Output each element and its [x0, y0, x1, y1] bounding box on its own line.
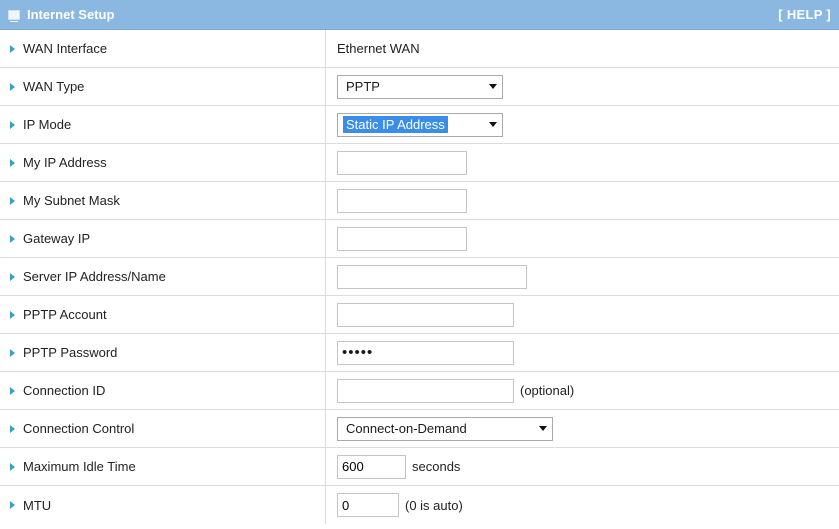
label-cell: IP Mode [0, 106, 326, 143]
max-idle-time-label: Maximum Idle Time [23, 459, 136, 474]
wan-interface-value: Ethernet WAN [337, 41, 420, 56]
value-cell: Ethernet WAN [326, 30, 839, 67]
row-pptp-password: PPTP Password ••••• [0, 334, 839, 372]
row-pptp-account: PPTP Account [0, 296, 839, 334]
value-cell: (0 is auto) [326, 486, 839, 524]
connection-control-select[interactable]: Connect-on-Demand [337, 416, 553, 441]
connection-id-hint: (optional) [520, 383, 575, 398]
label-cell: My Subnet Mask [0, 182, 326, 219]
row-max-idle-time: Maximum Idle Time seconds [0, 448, 839, 486]
server-ip-input[interactable] [337, 264, 527, 289]
label-cell: PPTP Password [0, 334, 326, 371]
row-gateway-ip: Gateway IP [0, 220, 839, 258]
mtu-label: MTU [23, 497, 52, 513]
connection-id-input[interactable] [337, 378, 514, 403]
wan-type-select[interactable]: PPTP [337, 74, 503, 99]
pptp-account-label: PPTP Account [23, 307, 107, 322]
label-cell: Server IP Address/Name [0, 258, 326, 295]
label-cell: Maximum Idle Time [0, 448, 326, 485]
triangle-right-icon [10, 82, 15, 91]
label-cell: My IP Address [0, 144, 326, 181]
value-cell: Connect-on-Demand [326, 410, 839, 447]
triangle-right-icon [10, 234, 15, 243]
label-cell: MTU [0, 486, 326, 524]
row-subnet-mask: My Subnet Mask [0, 182, 839, 220]
gateway-ip-label: Gateway IP [23, 231, 91, 246]
label-cell: Connection Control [0, 410, 326, 447]
triangle-right-icon [10, 158, 15, 167]
label-cell: Gateway IP [0, 220, 326, 257]
triangle-right-icon [10, 348, 15, 357]
subnet-mask-input[interactable] [337, 188, 467, 213]
ip-mode-select[interactable]: Static IP Address [337, 112, 503, 137]
label-cell: Connection ID [0, 372, 326, 409]
value-cell: (optional) [326, 372, 839, 409]
max-idle-time-unit: seconds [412, 459, 461, 474]
value-cell: PPTP [326, 68, 839, 105]
header-title-wrap: Internet Setup [0, 7, 114, 22]
mtu-input[interactable] [337, 493, 399, 517]
my-ip-label: My IP Address [23, 155, 107, 170]
my-ip-input[interactable] [337, 150, 467, 175]
connection-control-selected: Connect-on-Demand [346, 421, 467, 436]
row-my-ip: My IP Address [0, 144, 839, 182]
page-title: Internet Setup [27, 7, 115, 22]
internet-setup-panel: Internet Setup [ HELP ] WAN Interface Et… [0, 0, 839, 524]
triangle-right-icon [10, 310, 15, 319]
ip-mode-selected: Static IP Address [343, 116, 448, 133]
value-cell [326, 296, 839, 333]
value-cell: Static IP Address [326, 106, 839, 143]
value-cell [326, 182, 839, 219]
wan-type-label: WAN Type [23, 79, 85, 94]
row-server-ip: Server IP Address/Name [0, 258, 839, 296]
pptp-account-input[interactable] [337, 302, 514, 327]
row-connection-id: Connection ID (optional) [0, 372, 839, 410]
chevron-down-icon [489, 122, 497, 127]
connection-control-label: Connection Control [23, 421, 135, 436]
triangle-right-icon [10, 424, 15, 433]
value-cell [326, 258, 839, 295]
value-cell [326, 220, 839, 257]
value-cell: seconds [326, 448, 839, 485]
value-cell [326, 144, 839, 181]
chevron-down-icon [539, 426, 547, 431]
subnet-mask-label: My Subnet Mask [23, 193, 120, 208]
value-cell: ••••• [326, 334, 839, 371]
gateway-ip-input[interactable] [337, 226, 467, 251]
connection-id-label: Connection ID [23, 383, 106, 398]
wan-interface-label: WAN Interface [23, 41, 108, 56]
chevron-down-icon [489, 84, 497, 89]
triangle-right-icon [10, 462, 15, 471]
max-idle-time-input[interactable] [337, 454, 406, 479]
triangle-right-icon [10, 386, 15, 395]
triangle-right-icon [10, 272, 15, 281]
mtu-hint: (0 is auto) [405, 497, 463, 513]
help-link[interactable]: [ HELP ] [778, 7, 839, 22]
triangle-right-icon [10, 196, 15, 205]
triangle-right-icon [10, 120, 15, 129]
row-wan-interface: WAN Interface Ethernet WAN [0, 30, 839, 68]
server-ip-label: Server IP Address/Name [23, 269, 166, 284]
label-cell: WAN Interface [0, 30, 326, 67]
triangle-right-icon [10, 44, 15, 53]
window-icon [8, 9, 20, 22]
panel-header: Internet Setup [ HELP ] [0, 0, 839, 30]
pptp-password-input[interactable]: ••••• [337, 340, 514, 365]
wan-type-selected: PPTP [346, 79, 380, 94]
row-wan-type: WAN Type PPTP [0, 68, 839, 106]
row-mtu: MTU (0 is auto) [0, 486, 839, 524]
ip-mode-label: IP Mode [23, 117, 72, 132]
row-ip-mode: IP Mode Static IP Address [0, 106, 839, 144]
triangle-right-icon [10, 501, 15, 509]
label-cell: PPTP Account [0, 296, 326, 333]
label-cell: WAN Type [0, 68, 326, 105]
pptp-password-label: PPTP Password [23, 345, 118, 360]
row-connection-control: Connection Control Connect-on-Demand [0, 410, 839, 448]
